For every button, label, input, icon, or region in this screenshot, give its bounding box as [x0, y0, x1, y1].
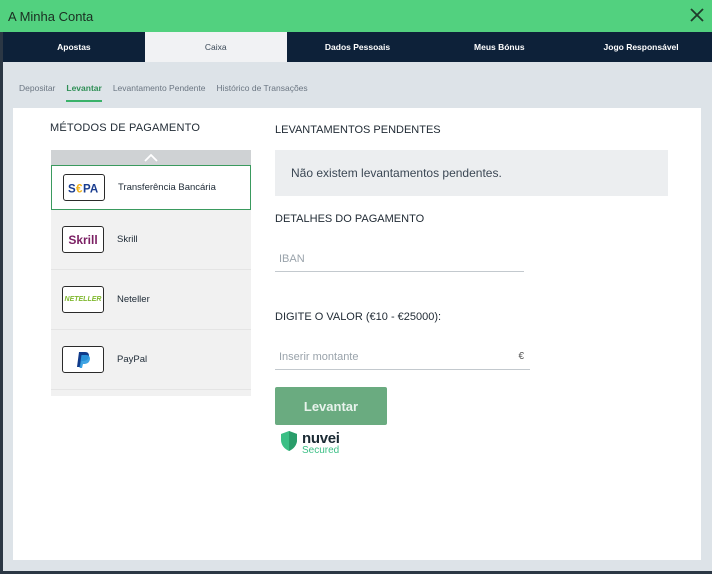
method-bank-transfer[interactable]: S € PA Transferência Bancária — [51, 165, 251, 210]
amount-title: DIGITE O VALOR (€10 - €25000): — [275, 311, 442, 323]
iban-input[interactable] — [275, 248, 524, 270]
pending-message: Não existem levantamentos pendentes. — [275, 150, 668, 196]
shield-icon — [279, 430, 299, 457]
nuvei-text: nuvei Secured — [302, 431, 340, 456]
sepa-logo-icon: S € PA — [63, 174, 105, 201]
nuvei-brand: nuvei — [302, 430, 340, 447]
tab-meus-bonus[interactable]: Meus Bónus — [428, 32, 570, 62]
close-icon[interactable] — [690, 8, 706, 24]
iban-field[interactable] — [275, 248, 524, 272]
main-tabs: Apostas Caixa Dados Pessoais Meus Bónus … — [3, 32, 712, 62]
paypal-logo-icon — [62, 346, 104, 373]
amount-input[interactable] — [275, 346, 530, 368]
tab-jogo-responsavel[interactable]: Jogo Responsável — [570, 32, 712, 62]
pending-title: LEVANTAMENTOS PENDENTES — [275, 124, 441, 136]
method-label: Transferência Bancária — [118, 182, 216, 193]
subtab-levantamento-pendente[interactable]: Levantamento Pendente — [113, 83, 206, 103]
amount-field[interactable]: € — [275, 346, 530, 370]
skrill-logo-icon: Skrill — [62, 226, 104, 253]
svg-text:S: S — [68, 183, 76, 195]
modal-title: A Minha Conta — [8, 9, 94, 24]
levantar-button[interactable]: Levantar — [275, 387, 387, 425]
method-label: Skrill — [117, 234, 138, 245]
svg-text:€: € — [76, 183, 83, 195]
tab-caixa[interactable]: Caixa — [144, 32, 287, 62]
neteller-logo-text: NETELLER — [64, 296, 102, 303]
nuvei-secured-badge: nuvei Secured — [279, 430, 340, 457]
payment-details-title: DETALHES DO PAGAMENTO — [275, 213, 425, 225]
modal-header: A Minha Conta — [0, 0, 712, 32]
tab-apostas[interactable]: Apostas — [3, 32, 145, 62]
method-skrill[interactable]: Skrill Skrill — [51, 210, 251, 270]
cashier-area: Depositar Levantar Levantamento Pendente… — [3, 62, 712, 571]
method-label: PayPal — [117, 354, 148, 365]
subtab-levantar[interactable]: Levantar — [66, 83, 103, 103]
neteller-logo-icon: NETELLER — [62, 286, 104, 313]
payment-methods-list: S € PA Transferência Bancária Skrill Skr… — [51, 150, 251, 396]
method-neteller[interactable]: NETELLER Neteller — [51, 270, 251, 330]
scroll-up-button[interactable] — [51, 150, 251, 166]
nuvei-secured-label: Secured — [302, 445, 340, 456]
currency-symbol: € — [518, 351, 524, 362]
methods-title: MÉTODOS DE PAGAMENTO — [50, 122, 201, 134]
skrill-logo-text: Skrill — [68, 232, 98, 247]
tab-dados-pessoais[interactable]: Dados Pessoais — [287, 32, 429, 62]
subtab-historico[interactable]: Histórico de Transações — [216, 83, 307, 103]
account-modal: A Minha Conta Apostas Caixa Dados Pessoa… — [0, 0, 712, 574]
svg-text:PA: PA — [83, 183, 98, 195]
sub-tabs: Depositar Levantar Levantamento Pendente… — [19, 83, 308, 103]
subtab-depositar[interactable]: Depositar — [19, 83, 55, 103]
withdraw-panel: MÉTODOS DE PAGAMENTO S € PA Transferênci… — [13, 108, 701, 560]
method-paypal[interactable]: PayPal — [51, 330, 251, 390]
method-label: Neteller — [117, 294, 150, 305]
